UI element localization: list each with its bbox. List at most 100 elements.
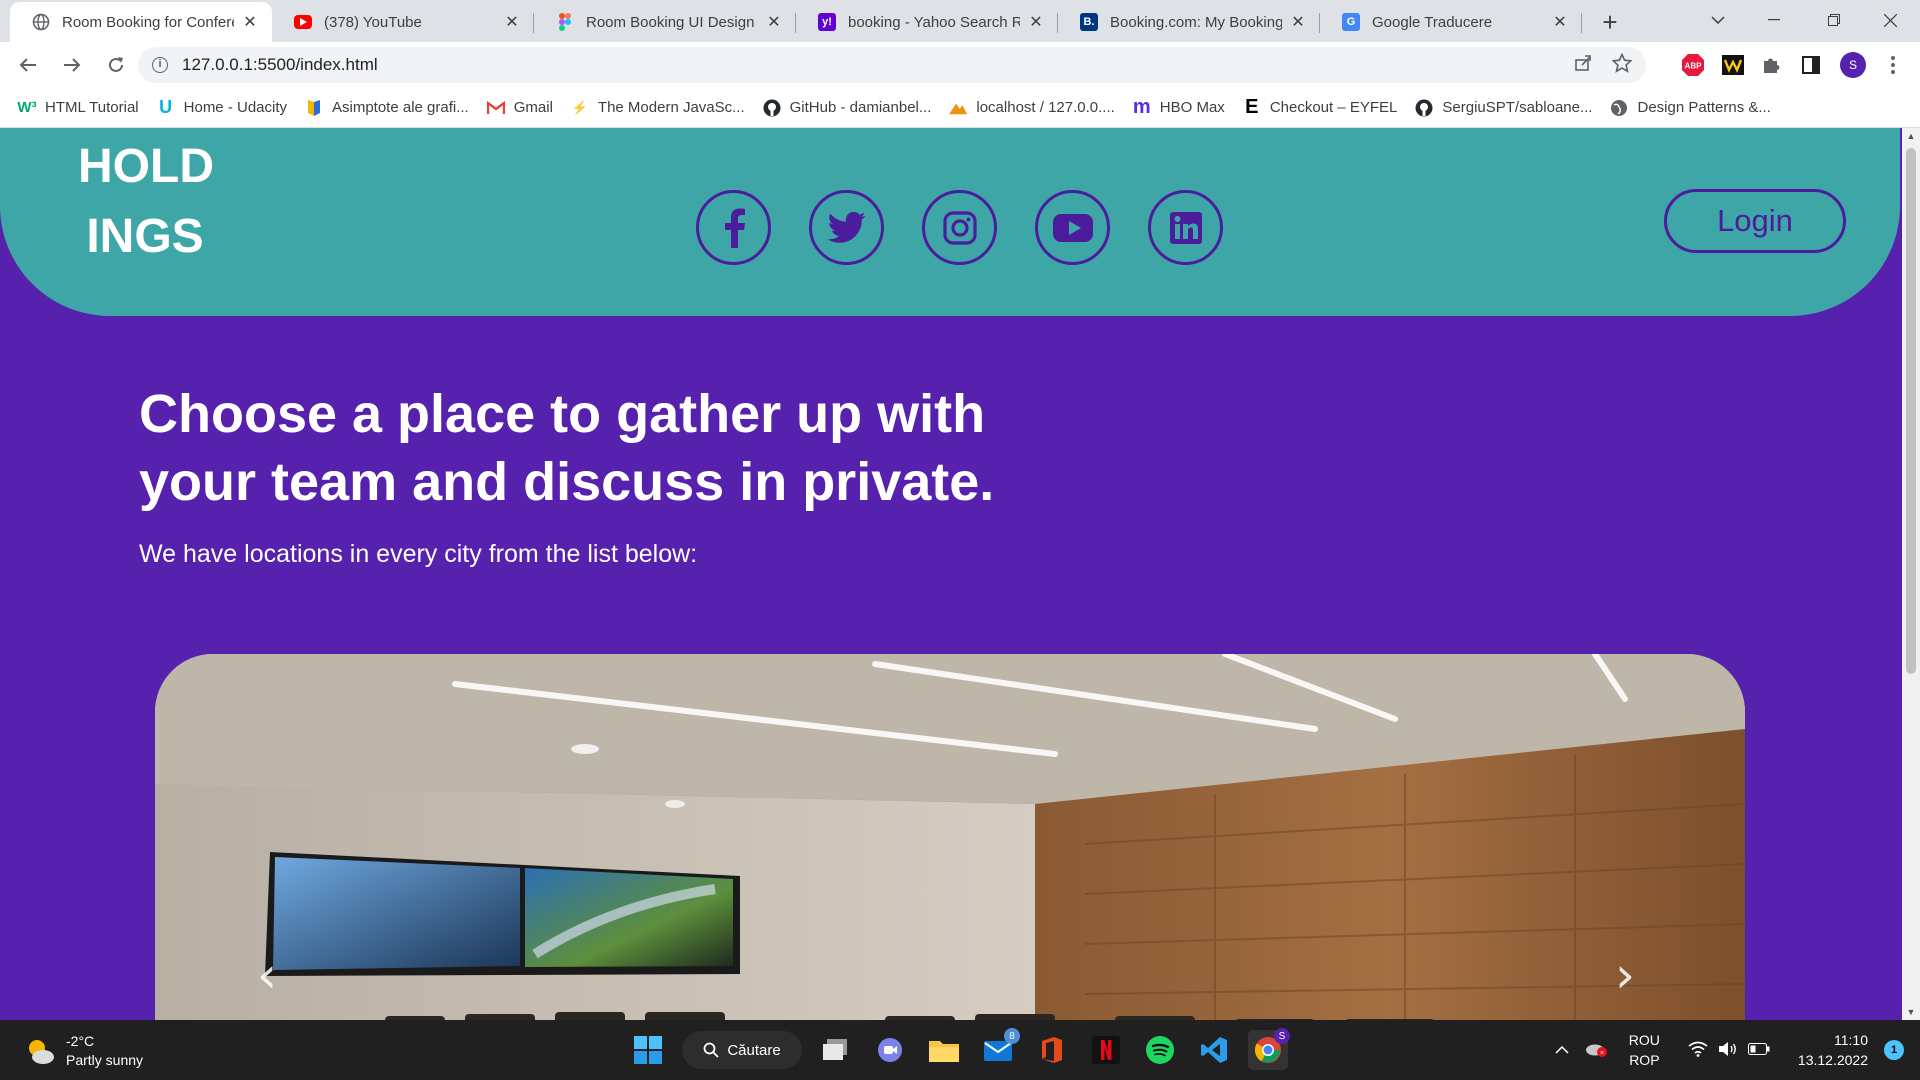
bookmark-asimptote[interactable]: Asimptote ale grafi...: [305, 99, 469, 117]
site-header: HOLD INGS Login: [0, 128, 1900, 316]
site-info-icon[interactable]: i: [152, 57, 168, 73]
wappalyzer-icon[interactable]: [1718, 50, 1748, 80]
site-logo[interactable]: HOLD INGS: [78, 132, 214, 272]
globe-icon: [32, 13, 50, 31]
minimize-button[interactable]: [1746, 0, 1802, 40]
tab-room-booking[interactable]: Room Booking for Conferen ✕: [10, 2, 272, 42]
close-icon[interactable]: ✕: [1550, 12, 1570, 32]
menu-kebab-icon[interactable]: [1878, 50, 1908, 80]
wifi-icon[interactable]: [1688, 1041, 1708, 1060]
svg-text:×: ×: [1600, 1050, 1604, 1057]
location-carousel[interactable]: ‹ ›: [155, 654, 1745, 1020]
volume-icon[interactable]: [1718, 1041, 1738, 1060]
vscode-icon[interactable]: [1194, 1030, 1234, 1070]
task-view-icon[interactable]: [816, 1030, 856, 1070]
weather-widget[interactable]: -2°C Partly sunny: [24, 1032, 143, 1070]
extensions-puzzle-icon[interactable]: [1756, 50, 1786, 80]
bookmark-javascript-info[interactable]: ⚡ The Modern JavaSc...: [571, 99, 745, 117]
spotify-icon[interactable]: [1140, 1030, 1180, 1070]
new-tab-button[interactable]: +: [1590, 2, 1630, 42]
chrome-icon[interactable]: S: [1248, 1028, 1290, 1070]
carousel-next-button[interactable]: ›: [1615, 946, 1635, 1004]
close-window-button[interactable]: [1862, 0, 1918, 40]
file-explorer-icon[interactable]: [924, 1030, 964, 1070]
forward-button[interactable]: [54, 47, 90, 83]
taskbar-search[interactable]: Căutare: [682, 1031, 802, 1069]
youtube-link[interactable]: [1035, 190, 1110, 265]
svg-text:ABP: ABP: [1685, 62, 1703, 71]
bookmark-hbo-max[interactable]: m HBO Max: [1132, 96, 1225, 118]
tab-youtube[interactable]: (378) YouTube ✕: [272, 2, 534, 42]
linkedin-link[interactable]: [1148, 190, 1223, 265]
address-bar[interactable]: i 127.0.0.1:5500/index.html: [138, 47, 1646, 83]
logo-line-1: HOLD: [78, 140, 214, 193]
clock-time: 11:10: [1834, 1032, 1868, 1048]
scroll-thumb[interactable]: [1906, 148, 1916, 674]
scroll-down-icon[interactable]: ▼: [1902, 1004, 1920, 1020]
bookmark-label: HTML Tutorial: [45, 99, 139, 116]
bookmark-localhost[interactable]: localhost / 127.0.0....: [949, 99, 1115, 117]
partly-sunny-icon: [29, 1040, 54, 1064]
back-button[interactable]: [10, 47, 46, 83]
scroll-up-icon[interactable]: ▲: [1902, 128, 1920, 144]
adblock-plus-icon[interactable]: ABP: [1678, 50, 1708, 80]
bookmark-gmail[interactable]: Gmail: [486, 99, 553, 117]
booking-icon: B.: [1080, 13, 1098, 31]
teams-chat-icon[interactable]: [870, 1030, 910, 1070]
close-icon[interactable]: ✕: [240, 12, 260, 32]
profile-avatar[interactable]: S: [1838, 50, 1868, 80]
login-button[interactable]: Login: [1664, 189, 1846, 253]
close-icon[interactable]: ✕: [1026, 12, 1046, 32]
close-icon[interactable]: ✕: [1288, 12, 1308, 32]
bookmark-eyfel[interactable]: E Checkout – EYFEL: [1243, 96, 1397, 118]
social-links: [696, 190, 1223, 265]
bookmark-github-damianbel[interactable]: GitHub - damianbel...: [763, 99, 931, 117]
bookmark-icon: [305, 99, 323, 117]
weather-condition: Partly sunny: [66, 1052, 144, 1068]
side-panel-icon[interactable]: [1796, 50, 1826, 80]
bookmark-html-tutorial[interactable]: W³ HTML Tutorial: [17, 99, 139, 117]
mail-icon[interactable]: 8: [978, 1028, 1020, 1070]
close-icon[interactable]: ✕: [764, 12, 784, 32]
carousel-prev-button[interactable]: ‹: [257, 946, 277, 1004]
tab-yahoo[interactable]: y! booking - Yahoo Search Re ✕: [796, 2, 1058, 42]
bookmark-label: The Modern JavaSc...: [597, 99, 745, 116]
javascript-info-icon: ⚡: [571, 99, 588, 115]
windows-start-icon[interactable]: [628, 1030, 668, 1070]
netflix-icon[interactable]: [1086, 1030, 1126, 1070]
bookmark-design-patterns[interactable]: Design Patterns &...: [1610, 99, 1771, 117]
hbo-icon: m: [1132, 96, 1151, 118]
instagram-link[interactable]: [922, 190, 997, 265]
omnibox-actions: [1574, 47, 1633, 83]
bookmark-label: localhost / 127.0.0....: [976, 99, 1115, 116]
twitter-link[interactable]: [809, 190, 884, 265]
keyboard-language[interactable]: ROU ROP: [1629, 1030, 1660, 1070]
share-icon[interactable]: [1574, 54, 1592, 77]
tab-title: Room Booking for Conferen: [62, 13, 234, 31]
system-clock[interactable]: 11:10 13.12.2022: [1798, 1030, 1868, 1070]
onedrive-error-icon[interactable]: ×: [1585, 1041, 1607, 1060]
tab-title: booking - Yahoo Search Re: [848, 13, 1020, 31]
tab-google-translate[interactable]: G Google Traducere ✕: [1320, 2, 1582, 42]
language-code: ROU: [1628, 1032, 1660, 1048]
restore-button[interactable]: [1806, 0, 1862, 40]
tab-search-button[interactable]: [1690, 0, 1746, 40]
bookmark-github-sergiuspt[interactable]: SergiuSPT/sabloane...: [1415, 99, 1592, 117]
tab-figma[interactable]: Room Booking UI Design – ✕: [534, 2, 796, 42]
close-icon[interactable]: ✕: [502, 12, 522, 32]
search-label: Căutare: [727, 1041, 781, 1059]
bookmark-label: Design Patterns &...: [1637, 99, 1771, 116]
tab-booking[interactable]: B. Booking.com: My Booking.c ✕: [1058, 2, 1320, 42]
tab-title: Room Booking UI Design –: [586, 13, 758, 31]
bookmark-star-icon[interactable]: [1611, 52, 1633, 78]
facebook-link[interactable]: [696, 190, 771, 265]
bookmark-udacity[interactable]: U Home - Udacity: [157, 97, 287, 117]
office-icon[interactable]: [1032, 1030, 1072, 1070]
page-scrollbar[interactable]: ▲ ▼: [1902, 128, 1920, 1020]
chevron-up-icon[interactable]: [1555, 1043, 1569, 1057]
notification-badge[interactable]: 1: [1884, 1040, 1904, 1060]
url-text: 127.0.0.1:5500/index.html: [182, 55, 378, 74]
eyfel-icon: E: [1245, 96, 1259, 118]
reload-button[interactable]: [98, 47, 134, 83]
battery-icon[interactable]: [1747, 1042, 1770, 1058]
